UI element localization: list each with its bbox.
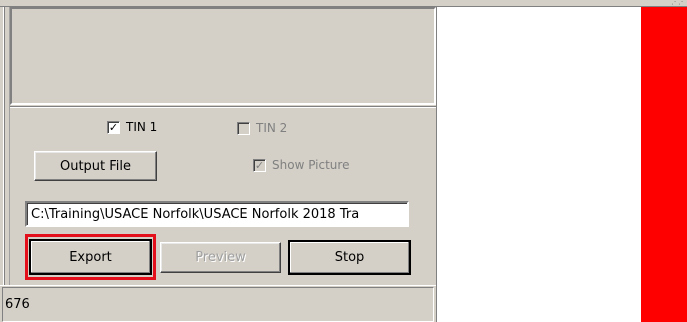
stop-button[interactable]: Stop	[288, 240, 411, 275]
splitter-highlight	[3, 7, 5, 322]
export-button[interactable]: Export	[29, 239, 152, 275]
window-top-edge	[0, 0, 687, 7]
resize-grip-icon[interactable]: ⋰⋰	[671, 0, 686, 6]
tin1-label: TIN 1	[126, 120, 158, 134]
tin2-box-icon	[237, 121, 250, 135]
panel-divider	[10, 106, 436, 108]
tin2-label: TIN 2	[256, 121, 288, 135]
tin1-checkbox[interactable]: ✓ TIN 1	[107, 120, 157, 134]
show-picture-checkbox[interactable]: ✓ Show Picture	[253, 158, 349, 172]
tin2-checkbox[interactable]: TIN 2	[237, 121, 287, 135]
output-path-input[interactable]: C:\Training\USACE Norfolk\USACE Norfolk …	[25, 201, 409, 227]
output-file-button[interactable]: Output File	[34, 151, 157, 181]
status-pane	[2, 287, 434, 322]
show-picture-check-icon: ✓	[253, 158, 266, 172]
show-picture-label: Show Picture	[272, 158, 350, 172]
status-count: 676	[5, 297, 30, 312]
preview-frame	[10, 7, 436, 105]
canvas-red-fill	[641, 7, 687, 322]
preview-button[interactable]: Preview	[160, 242, 281, 273]
panel-splitter[interactable]	[0, 7, 10, 322]
tin1-check-icon: ✓	[107, 120, 120, 134]
